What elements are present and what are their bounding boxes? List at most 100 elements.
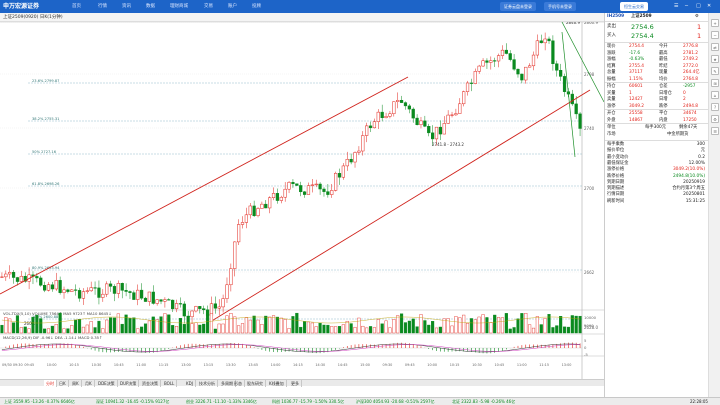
- volume-bar: [481, 314, 485, 334]
- candle-body: [151, 291, 155, 304]
- contract-info-row: 到期日期 20250919: [607, 180, 707, 186]
- candle-body: [345, 158, 349, 167]
- candle-body: [334, 173, 338, 191]
- sidebar-tool-icon[interactable]: ⌂: [711, 91, 719, 99]
- time-tick: 14:00: [271, 363, 281, 367]
- volume-bar: [27, 328, 31, 334]
- candle-body: [547, 38, 551, 42]
- period-tab[interactable]: K线叠加: [267, 380, 287, 387]
- candle-body: [171, 299, 175, 310]
- cloud-disk-button[interactable]: 证券云盘未登录: [500, 2, 536, 11]
- candle-body: [174, 303, 179, 310]
- nav-home[interactable]: 首页: [72, 3, 81, 10]
- period-tab[interactable]: 技术分析: [197, 380, 218, 387]
- candle-body: [562, 76, 567, 92]
- volume-bar: [535, 316, 539, 334]
- volume-bar: [275, 316, 279, 334]
- nav-quotes[interactable]: 行情: [98, 3, 107, 10]
- menu-icon[interactable]: ☰: [674, 2, 678, 11]
- volume-bar: [89, 321, 93, 334]
- volume-bar: [70, 325, 74, 334]
- index-quote: 沪深300 4054.93 -20.68 -0.51% 2597亿: [356, 399, 435, 404]
- sidebar-tool-icon[interactable]: ?: [711, 103, 719, 111]
- candle-body: [108, 283, 113, 287]
- nav-trade[interactable]: 交易: [204, 3, 213, 10]
- candle-body: [559, 70, 563, 77]
- candle-body: [178, 303, 183, 305]
- sidebar-tool-icon[interactable]: +: [711, 19, 719, 27]
- maximize-icon[interactable]: □: [696, 2, 701, 11]
- volume-bar: [120, 323, 124, 334]
- candle-body: [271, 193, 276, 199]
- period-tab[interactable]: KDJ: [184, 380, 196, 387]
- volume-bar: [221, 323, 225, 334]
- settings-icon[interactable]: ⚙: [695, 14, 699, 20]
- candle-body: [574, 103, 578, 115]
- volume-bar: [318, 323, 322, 334]
- period-tab[interactable]: 日K: [57, 380, 69, 387]
- volume-bar: [268, 316, 272, 334]
- sidebar-tool-icon[interactable]: −: [711, 31, 719, 39]
- position-stat-label: 买量: [607, 90, 616, 96]
- nav-mall[interactable]: 理财商城: [170, 3, 188, 10]
- chart-period-tabs: 分时 日K 周K 月K DDE决策 DUP决策 资金决策 BOLL KDJ 技术分析 多周期 形态 股东…: [0, 379, 604, 387]
- quote-panel: IH2509 上证2509 ⚙ 卖出 2754.6 1 买入 2754.4 1 …: [604, 13, 708, 397]
- volume-bar: [388, 327, 392, 334]
- sidebar-tool-icon[interactable]: ⇄: [711, 43, 719, 51]
- time-tick: 11:15: [539, 363, 549, 367]
- sidebar-tool-icon[interactable]: ⚙: [711, 115, 719, 123]
- candle-body: [469, 82, 474, 84]
- position-stat-label: 卖量: [607, 97, 616, 102]
- volume-bar: [66, 328, 70, 334]
- period-tab[interactable]: 形态: [232, 380, 245, 387]
- period-tab[interactable]: 更多: [289, 380, 302, 387]
- period-tab[interactable]: 资金决策: [140, 380, 161, 387]
- volume-bar: [299, 326, 303, 334]
- period-tab[interactable]: 周K: [70, 380, 82, 387]
- nav-data[interactable]: 数据: [146, 3, 155, 10]
- nav-advisor[interactable]: 投顾: [252, 3, 261, 10]
- volume-bar: [458, 317, 462, 334]
- quote-stat-value: 2772.0: [683, 63, 699, 69]
- period-tab[interactable]: 股东研究: [245, 380, 266, 387]
- volume-bar: [368, 326, 373, 334]
- period-tab[interactable]: DUP决策: [118, 380, 140, 387]
- volume-bar: [419, 314, 423, 334]
- volume-bar: [520, 313, 524, 334]
- candle-body: [35, 276, 39, 279]
- candle-body: [233, 241, 237, 269]
- nav-news[interactable]: 资讯: [122, 3, 131, 10]
- sidebar-tool-icon[interactable]: ★: [711, 55, 719, 63]
- nav-account[interactable]: 账户: [228, 3, 237, 10]
- volume-bar: [392, 319, 396, 334]
- phone-login-button[interactable]: 手机号未登录: [544, 2, 576, 11]
- kline-chart[interactable]: 2860.927982740270026622628.0 23.6% 2799.…: [0, 22, 604, 397]
- volume-bar: [240, 323, 245, 334]
- contract-info-value: 0.2: [698, 154, 705, 160]
- sidebar-tool-icon[interactable]: ✎: [711, 67, 719, 75]
- period-tab[interactable]: 分时: [44, 380, 57, 387]
- period-tab[interactable]: DDE决策: [96, 380, 118, 387]
- time-tick: 09/30 09:30: [2, 363, 23, 367]
- candle-body: [221, 298, 225, 308]
- candle-body: [392, 101, 396, 114]
- contract-info-label: 行情日期: [607, 192, 625, 198]
- period-tab[interactable]: BOLL: [162, 380, 178, 387]
- quote-stat-label: 涨跌: [607, 50, 616, 56]
- volume-bar: [543, 318, 547, 334]
- volume-bar: [500, 317, 505, 334]
- volume-bar: [225, 315, 229, 334]
- sidebar-tool-icon[interactable]: ⊞: [711, 79, 719, 87]
- candle-body: [570, 93, 574, 105]
- time-tick: 10:00: [427, 363, 437, 367]
- candle-body: [442, 123, 446, 135]
- sidebar-tool-icon[interactable]: ☰: [711, 127, 719, 135]
- cloud-trade-button[interactable]: 恒生云交易: [620, 2, 648, 11]
- ask-price: 2754.6: [631, 23, 654, 31]
- close-icon[interactable]: ✕: [707, 2, 711, 11]
- period-tab[interactable]: 月K: [83, 380, 95, 387]
- minimize-icon[interactable]: ─: [685, 2, 688, 11]
- volume-bar: [403, 322, 408, 334]
- volume-bar: [434, 327, 439, 334]
- volume-bar: [493, 314, 497, 334]
